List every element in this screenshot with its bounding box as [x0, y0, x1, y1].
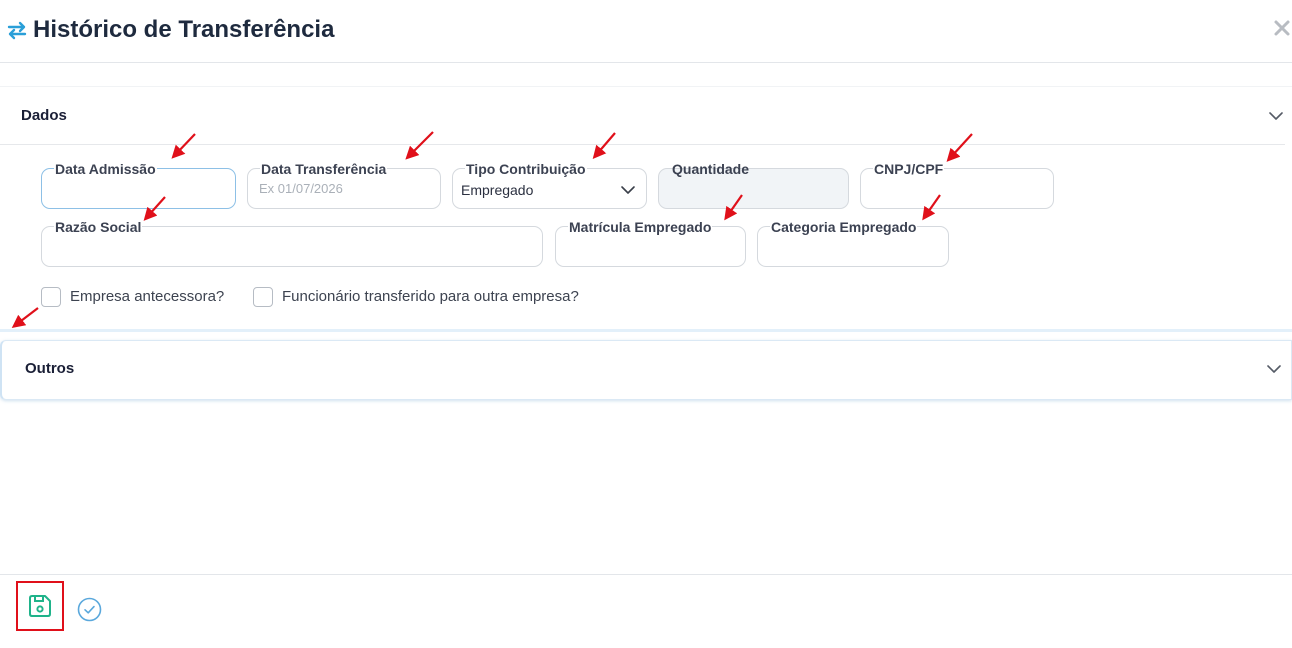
check-circle-icon[interactable] — [77, 597, 102, 622]
cnpj-cpf-label: CNPJ/CPF — [873, 160, 945, 178]
categoria-empregado-field[interactable]: Categoria Empregado — [757, 218, 949, 267]
empresa-antecessora-checkbox[interactable] — [41, 287, 61, 307]
data-transferencia-placeholder: Ex 01/07/2026 — [259, 181, 343, 196]
cnpj-cpf-field[interactable]: CNPJ/CPF — [860, 160, 1054, 209]
tipo-contribuicao-select[interactable]: Tipo Contribuição Empregado — [452, 160, 647, 209]
funcionario-transferido-checkbox[interactable] — [253, 287, 273, 307]
section-outros-title: Outros — [25, 360, 75, 377]
empresa-antecessora-label[interactable]: Empresa antecessora? — [70, 288, 224, 306]
page-title: Histórico de Transferência — [33, 16, 335, 43]
section-outros-header[interactable]: Outros — [2, 341, 1292, 399]
close-icon[interactable] — [1272, 18, 1292, 38]
save-disk-icon — [29, 595, 51, 617]
chevron-down-icon[interactable] — [1268, 108, 1284, 124]
section-dados-header[interactable]: Dados — [0, 87, 1285, 145]
data-admissao-label: Data Admissão — [54, 160, 157, 178]
save-button[interactable] — [16, 581, 64, 631]
matricula-empregado-field[interactable]: Matrícula Empregado — [555, 218, 746, 267]
swap-arrows-icon — [7, 21, 27, 40]
tipo-contribuicao-value: Empregado — [461, 182, 534, 198]
tipo-contribuicao-label: Tipo Contribuição — [465, 160, 587, 178]
razao-social-field[interactable]: Razão Social — [41, 218, 543, 267]
categoria-empregado-label: Categoria Empregado — [770, 218, 918, 236]
data-transferencia-field[interactable]: Data Transferência Ex 01/07/2026 — [247, 160, 441, 209]
data-transferencia-label: Data Transferência — [260, 160, 388, 178]
modal-footer — [0, 574, 1292, 648]
quantidade-field: Quantidade — [658, 161, 849, 209]
funcionario-transferido-label[interactable]: Funcionário transferido para outra empre… — [282, 288, 579, 306]
section-dados-title: Dados — [21, 107, 67, 124]
matricula-empregado-label: Matrícula Empregado — [568, 218, 713, 236]
modal-header: Histórico de Transferência — [0, 0, 1292, 63]
quantidade-label: Quantidade — [672, 161, 750, 177]
data-admissao-field[interactable]: Data Admissão — [41, 160, 236, 209]
chevron-down-icon[interactable] — [1266, 361, 1282, 377]
chevron-down-icon — [621, 186, 635, 194]
razao-social-label: Razão Social — [54, 218, 143, 236]
section-outros: Outros — [0, 340, 1292, 400]
